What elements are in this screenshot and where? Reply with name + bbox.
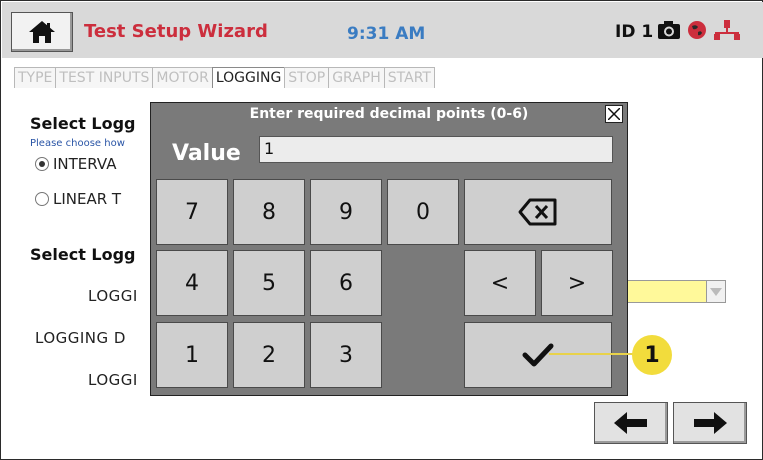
chevron-down-icon[interactable]	[706, 281, 725, 302]
value-input[interactable]: 1	[259, 136, 613, 163]
close-button[interactable]	[605, 105, 623, 123]
status-icons	[657, 19, 741, 41]
select-logging-heading: Select Logg	[30, 114, 136, 133]
tab-logging[interactable]: LOGGING	[211, 67, 286, 88]
logging-field-label-3: LOGGI	[88, 371, 138, 389]
confirm-button[interactable]	[464, 322, 612, 388]
logging-dropdown[interactable]	[627, 280, 726, 303]
tab-start[interactable]: START	[383, 67, 435, 88]
arrow-right-icon	[694, 412, 727, 434]
tab-graph[interactable]: GRAPH	[328, 67, 385, 88]
radio-unselected-icon[interactable]	[35, 192, 49, 206]
callout-badge: 1	[632, 335, 672, 375]
wizard-tabs: TYPE TEST INPUTS MOTOR LOGGING STOP GRAP…	[14, 67, 435, 89]
close-icon	[608, 108, 620, 120]
radio-linear[interactable]: LINEAR T	[35, 190, 121, 208]
key-0[interactable]: 0	[387, 179, 459, 245]
key-2[interactable]: 2	[233, 322, 305, 388]
next-button[interactable]	[673, 402, 747, 444]
app-title: Test Setup Wizard	[84, 21, 268, 42]
tab-test-inputs[interactable]: TEST INPUTS	[55, 67, 154, 88]
radio-interval-label: INTERVA	[53, 155, 117, 173]
key-8[interactable]: 8	[233, 179, 305, 245]
key-9[interactable]: 9	[310, 179, 382, 245]
app-window: Test Setup Wizard 9:31 AM ID 1 TYPE TEST…	[0, 0, 763, 460]
globe-icon[interactable]	[687, 20, 707, 40]
device-id: ID 1	[615, 22, 654, 42]
cursor-right-button[interactable]: >	[541, 250, 613, 316]
key-6[interactable]: 6	[310, 250, 382, 316]
backspace-button[interactable]	[464, 179, 612, 245]
radio-selected-icon[interactable]	[35, 157, 49, 171]
clock: 9:31 AM	[347, 24, 426, 44]
radio-linear-label: LINEAR T	[53, 190, 122, 208]
tab-stop[interactable]: STOP	[284, 67, 330, 88]
helper-text: Please choose how	[30, 138, 125, 149]
radio-interval[interactable]: INTERVA	[35, 155, 116, 173]
key-4[interactable]: 4	[156, 250, 228, 316]
back-button[interactable]	[594, 402, 668, 444]
camera-icon[interactable]	[657, 20, 681, 40]
value-label: Value	[172, 141, 241, 166]
callout-line	[549, 353, 633, 355]
tab-type[interactable]: TYPE	[14, 67, 57, 88]
cursor-left-button[interactable]: <	[464, 250, 536, 316]
key-7[interactable]: 7	[156, 179, 228, 245]
dialog-title: Enter required decimal points (0-6)	[151, 103, 627, 125]
checkmark-icon	[522, 343, 554, 367]
logging-field-label-1: LOGGI	[88, 287, 138, 305]
key-1[interactable]: 1	[156, 322, 228, 388]
key-3[interactable]: 3	[310, 322, 382, 388]
logging-field-label-2: LOGGING D	[35, 329, 126, 347]
home-button[interactable]	[11, 12, 73, 52]
top-bar: Test Setup Wizard 9:31 AM ID 1	[2, 2, 763, 58]
backspace-icon	[518, 198, 557, 226]
decimal-points-dialog: Enter required decimal points (0-6) Valu…	[150, 102, 628, 396]
network-icon[interactable]	[713, 19, 741, 41]
select-logging-heading-2: Select Logg	[30, 245, 136, 264]
tab-motor[interactable]: MOTOR	[152, 67, 213, 88]
home-icon	[29, 21, 55, 43]
arrow-left-icon	[614, 412, 647, 434]
key-5[interactable]: 5	[233, 250, 305, 316]
